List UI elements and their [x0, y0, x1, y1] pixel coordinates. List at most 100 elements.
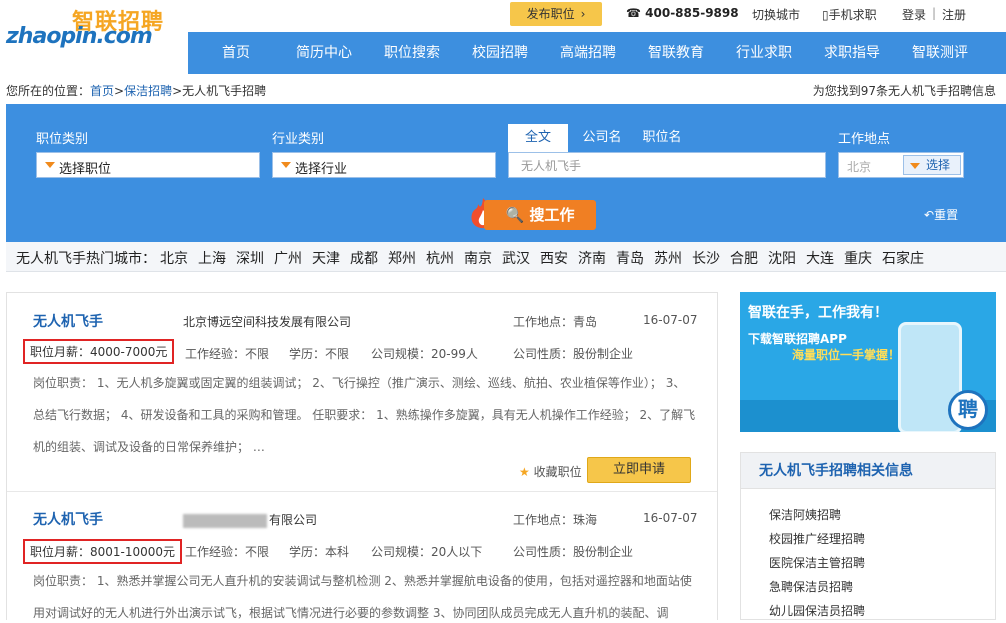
- mobile-job-label: 手机求职: [828, 8, 877, 22]
- hot-city-link[interactable]: 北京: [160, 248, 188, 268]
- nav-item-education[interactable]: 智联教育: [648, 32, 704, 74]
- location-label: 工作地点: [838, 132, 891, 147]
- breadcrumb-home[interactable]: 首页: [90, 84, 114, 98]
- breadcrumb: 您所在的位置：首页>保洁招聘>无人机飞手招聘: [6, 82, 266, 99]
- job-location: 工作地点：青岛: [513, 315, 598, 329]
- tab-job-name[interactable]: 职位名: [636, 124, 688, 152]
- hot-city-link[interactable]: 杭州: [426, 248, 454, 268]
- related-info-title: 无人机飞手招聘相关信息: [741, 453, 995, 489]
- keyword-box: [508, 152, 826, 178]
- post-job-button[interactable]: 发布职位 ›: [510, 2, 602, 26]
- job-category-select[interactable]: 选择职位: [36, 152, 260, 178]
- hot-city-link[interactable]: 西安: [540, 248, 568, 268]
- search-icon: 🔍: [505, 206, 525, 224]
- industry-label: 行业类别: [272, 132, 325, 147]
- tab-company[interactable]: 公司名: [576, 124, 628, 152]
- hot-city-link[interactable]: 济南: [578, 248, 606, 268]
- switch-city-link[interactable]: 切换城市: [752, 6, 800, 23]
- post-job-label: 发布职位: [526, 7, 575, 21]
- logo-en-text: zhaopin.com: [6, 24, 153, 49]
- top-bar: 智联招聘 zhaopin.com 发布职位 › ☎ 400-885-9898 切换…: [0, 0, 1006, 49]
- company-name-link[interactable]: 有限公司: [183, 511, 317, 528]
- top-separator: |: [932, 6, 937, 20]
- location-value: 北京: [847, 160, 872, 174]
- nav-item-industry[interactable]: 行业求职: [736, 32, 792, 74]
- hot-city-link[interactable]: 合肥: [730, 248, 758, 268]
- hot-city-link[interactable]: 南京: [464, 248, 492, 268]
- job-description: 岗位职责： 1、熟悉并掌握公司无人直升机的安装调试与整机检测 2、熟悉并掌握航电…: [33, 574, 692, 620]
- hot-city-link[interactable]: 重庆: [844, 248, 872, 268]
- nav-item-job-search[interactable]: 职位搜索: [384, 32, 440, 74]
- company-name-link[interactable]: 北京博远空间科技发展有限公司: [183, 313, 351, 330]
- register-link[interactable]: 注册: [942, 6, 966, 23]
- search-panel: 职位类别 选择职位 行业类别 选择行业 全文 公司名 职位名 工作地点 北京 选…: [6, 104, 1006, 242]
- hot-city-link[interactable]: 长沙: [692, 248, 720, 268]
- hot-city-link[interactable]: 沈阳: [768, 248, 796, 268]
- zhaopin-logo[interactable]: 智联招聘 zhaopin.com: [6, 4, 176, 56]
- job-date: 16-07-07: [643, 313, 698, 327]
- related-info-box: 无人机飞手招聘相关信息 保洁阿姨招聘 校园推广经理招聘 医院保洁主管招聘 急聘保…: [740, 452, 996, 620]
- job-title-link[interactable]: 无人机飞手: [33, 311, 103, 331]
- job-description: 岗位职责： 1、无人机多旋翼或固定翼的组装调试； 2、飞行操控（推广演示、测绘、…: [33, 376, 696, 454]
- mobile-icon: ▯: [822, 8, 829, 22]
- dropdown-arrow-icon: [281, 162, 291, 168]
- reset-link[interactable]: ↶重置: [924, 206, 958, 223]
- related-link[interactable]: 急聘保洁员招聘: [769, 575, 995, 599]
- breadcrumb-sep: >: [114, 84, 125, 98]
- hot-city-link[interactable]: 深圳: [236, 248, 264, 268]
- nav-item-home[interactable]: 首页: [222, 32, 250, 74]
- job-education: 学历：不限: [289, 347, 350, 361]
- tab-fulltext[interactable]: 全文: [508, 124, 568, 152]
- nav-item-campus[interactable]: 校园招聘: [472, 32, 528, 74]
- reset-label: 重置: [934, 208, 959, 222]
- related-link[interactable]: 幼儿园保洁员招聘: [769, 599, 995, 623]
- keyword-input[interactable]: [509, 153, 809, 177]
- related-link[interactable]: 医院保洁主管招聘: [769, 551, 995, 575]
- hot-city-link[interactable]: 成都: [350, 248, 378, 268]
- location-select[interactable]: 北京 选择: [838, 152, 964, 178]
- hot-city-link[interactable]: 广州: [274, 248, 302, 268]
- dropdown-arrow-icon: [910, 162, 920, 169]
- hot-city-link[interactable]: 苏州: [654, 248, 682, 268]
- job-category-value: 选择职位: [59, 162, 112, 177]
- related-link[interactable]: 校园推广经理招聘: [769, 527, 995, 551]
- nav-item-assessment[interactable]: 智联测评: [912, 32, 968, 74]
- hot-city-link[interactable]: 武汉: [502, 248, 530, 268]
- job-card: 无人机飞手 有限公司 工作地点：珠海 16-07-07 职位月薪：8001-10…: [7, 493, 717, 623]
- job-card: 无人机飞手 北京博远空间科技发展有限公司 工作地点：青岛 16-07-07 职位…: [7, 293, 717, 491]
- banner-tagline: 海量职位一手掌握！: [792, 348, 901, 362]
- company-nature: 公司性质：股份制企业: [513, 347, 634, 361]
- breadcrumb-category[interactable]: 保洁招聘: [124, 84, 172, 98]
- hot-city-link[interactable]: 郑州: [388, 248, 416, 268]
- related-link[interactable]: 保洁阿姨招聘: [769, 503, 995, 527]
- industry-select[interactable]: 选择行业: [272, 152, 496, 178]
- location-choose-label: 选择: [926, 158, 951, 172]
- breadcrumb-sep: >: [172, 84, 183, 98]
- nav-item-guide[interactable]: 求职指导: [824, 32, 880, 74]
- mobile-job-link[interactable]: ▯手机求职: [822, 6, 877, 23]
- favorite-job-link[interactable]: ★ 收藏职位: [519, 463, 582, 480]
- hot-city-link[interactable]: 石家庄: [882, 248, 924, 268]
- breadcrumb-prefix: 您所在的位置：: [6, 84, 91, 98]
- job-list: 无人机飞手 北京博远空间科技发展有限公司 工作地点：青岛 16-07-07 职位…: [6, 292, 718, 620]
- location-choose-button[interactable]: 选择: [903, 155, 961, 175]
- hot-city-link[interactable]: 青岛: [616, 248, 644, 268]
- nav-item-resume[interactable]: 简历中心: [296, 32, 352, 74]
- job-divider: [7, 491, 717, 492]
- login-link[interactable]: 登录: [902, 6, 926, 23]
- hotline: ☎ 400-885-9898: [626, 6, 739, 20]
- hot-city-link[interactable]: 上海: [198, 248, 226, 268]
- nav-item-highend[interactable]: 高端招聘: [560, 32, 616, 74]
- app-badge-icon: 聘: [948, 390, 988, 430]
- salary-box: 职位月薪：8001-10000元: [23, 539, 183, 564]
- job-title-link[interactable]: 无人机飞手: [33, 509, 103, 529]
- search-button[interactable]: 🔍 搜工作: [484, 200, 596, 230]
- job-experience: 工作经验：不限: [185, 347, 270, 361]
- job-location: 工作地点：珠海: [513, 513, 598, 527]
- apply-button[interactable]: 立即申请: [587, 457, 691, 483]
- company-size: 公司规模：20-99人: [371, 347, 478, 361]
- hot-city-link[interactable]: 天津: [312, 248, 340, 268]
- hot-cities-title: 无人机飞手热门城市：: [16, 251, 156, 267]
- hot-city-link[interactable]: 大连: [806, 248, 834, 268]
- app-download-banner[interactable]: 智联在手，工作我有！ 下载智联招聘APP 海量职位一手掌握！ 聘: [740, 292, 996, 432]
